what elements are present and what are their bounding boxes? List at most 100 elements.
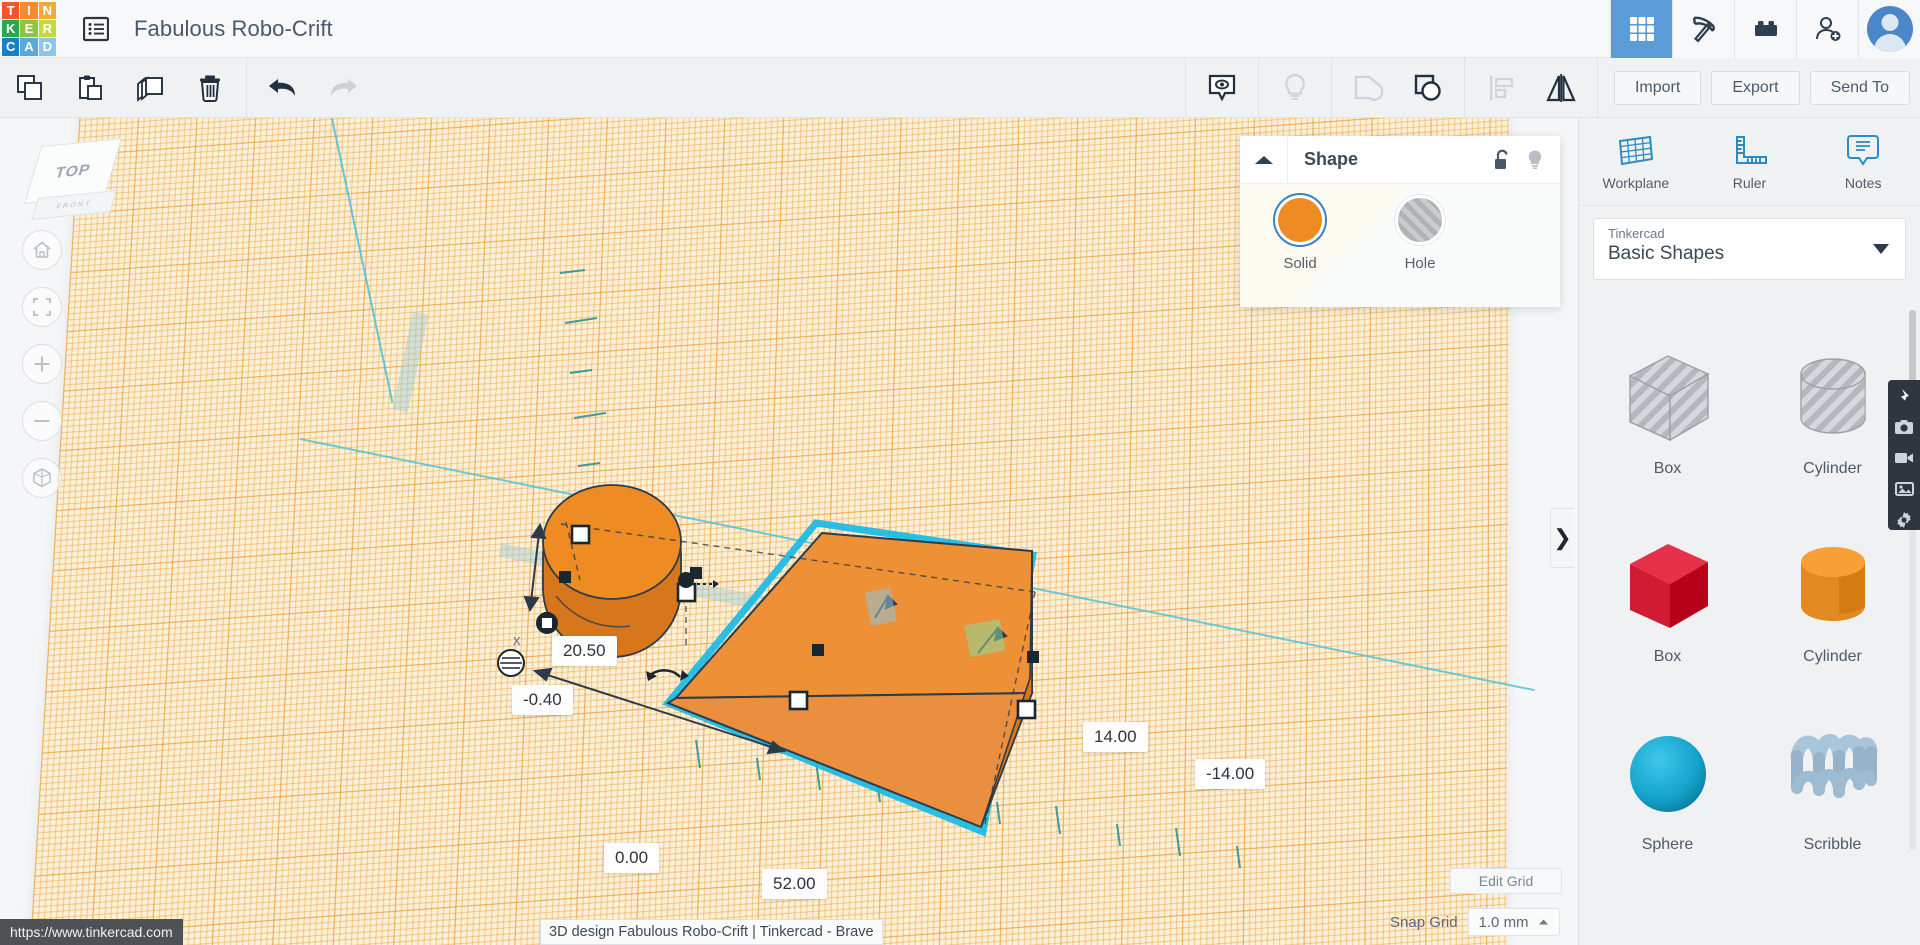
avatar[interactable] <box>1866 5 1913 52</box>
chevron-down-icon[interactable] <box>1873 244 1889 254</box>
hole-color-swatch[interactable] <box>1398 198 1442 242</box>
main-toolbar: Import Export Send To <box>0 57 1920 118</box>
import-button[interactable]: Import <box>1613 70 1702 105</box>
shape-box-solid[interactable]: Box <box>1585 506 1750 694</box>
tinkercad-logo[interactable]: TINKERCAD <box>0 0 58 58</box>
camera-icon[interactable] <box>1893 417 1915 438</box>
solid-option-label: Solid <box>1283 255 1317 272</box>
shape-cylinder-solid[interactable]: Cylinder <box>1750 506 1915 694</box>
add-user-icon[interactable] <box>1796 0 1858 58</box>
copy-icon[interactable] <box>0 58 60 118</box>
shape-panel-title: Shape <box>1304 149 1359 169</box>
gear-settings-icon[interactable] <box>1893 509 1915 530</box>
cylinder-thumbnail-icon <box>1779 534 1887 638</box>
top-bar: TINKERCAD Fabulous Robo-Crift <box>0 0 1920 58</box>
taskbar-window-title[interactable]: 3D design Fabulous Robo-Crift | Tinkerca… <box>540 919 883 945</box>
box-thumbnail-icon <box>1614 346 1722 450</box>
notes-tool[interactable]: Notes <box>1806 118 1920 205</box>
shape-label: Cylinder <box>1803 460 1862 477</box>
shape-label: Sphere <box>1641 836 1694 853</box>
toolbar-divider <box>1257 57 1259 118</box>
measure-depth[interactable]: 20.50 <box>552 636 617 666</box>
undo-arrow-icon[interactable] <box>253 58 313 118</box>
logo-tile-n: N <box>38 1 56 19</box>
view-cube[interactable]: TOP FRONT <box>22 136 123 228</box>
shape-sphere[interactable]: Sphere <box>1585 694 1750 876</box>
history-tool-group <box>253 58 373 118</box>
user-avatar-wrapper <box>1858 0 1920 58</box>
shape-label: Cylinder <box>1803 648 1862 665</box>
solid-option[interactable]: Solid <box>1240 198 1360 272</box>
orthographic-view-icon[interactable] <box>22 458 62 498</box>
group-shapes-icon[interactable] <box>1398 58 1458 118</box>
show-hide-eye-icon[interactable] <box>1192 58 1252 118</box>
lego-brick-icon[interactable] <box>1734 0 1796 58</box>
workplane-tool[interactable]: Workplane <box>1579 118 1693 205</box>
measure-height[interactable]: 14.00 <box>1083 722 1148 752</box>
shape-label: Box <box>1653 460 1682 477</box>
edit-grid-button[interactable]: Edit Grid <box>1450 868 1562 894</box>
logo-tile-i: I <box>20 1 38 19</box>
export-button[interactable]: Export <box>1711 70 1800 105</box>
hole-option-label: Hole <box>1404 255 1436 272</box>
home-view-icon[interactable] <box>22 230 62 270</box>
gallery-grid-icon[interactable] <box>1610 0 1672 58</box>
url-status-tooltip: https://www.tinkercad.com <box>0 919 183 945</box>
scribble-thumbnail-icon <box>1779 722 1887 826</box>
toolbar-divider <box>1596 57 1598 118</box>
ruler-tool-label: Ruler <box>1732 174 1767 191</box>
view-tool-group <box>1192 57 1591 118</box>
duplicate-icon[interactable] <box>120 58 180 118</box>
unlock-icon[interactable] <box>1492 149 1512 171</box>
zoom-in-icon[interactable] <box>22 344 62 384</box>
chevron-up-icon[interactable] <box>1538 918 1549 926</box>
snap-grid-value: 1.0 mm <box>1478 913 1529 931</box>
pickaxe-icon[interactable] <box>1672 0 1734 58</box>
lightbulb-icon[interactable] <box>1265 58 1325 118</box>
list-menu-icon[interactable] <box>76 0 116 58</box>
redo-arrow-icon[interactable] <box>313 58 373 118</box>
zoom-out-icon[interactable] <box>22 401 62 441</box>
align-icon[interactable] <box>1471 58 1531 118</box>
snap-grid-select[interactable]: 1.0 mm <box>1467 908 1560 936</box>
shape-label: Box <box>1653 648 1682 665</box>
measure-offset-y[interactable]: -0.40 <box>512 685 573 715</box>
lightbulb-icon[interactable] <box>1526 149 1544 171</box>
send-to-button[interactable]: Send To <box>1809 70 1910 105</box>
chevron-up-icon[interactable] <box>1240 136 1288 184</box>
measure-width[interactable]: 52.00 <box>762 869 827 899</box>
box-thumbnail-icon <box>1614 534 1722 638</box>
shape-panel-header: Shape <box>1240 136 1560 184</box>
logo-tile-t: T <box>2 1 20 19</box>
measure-offset-z[interactable]: -14.00 <box>1195 759 1266 789</box>
sidebar-tool-row: Workplane Ruler Notes <box>1579 118 1920 206</box>
shape-scribble[interactable]: Scribble <box>1750 694 1915 876</box>
shape-box-hole[interactable]: Box <box>1585 318 1750 506</box>
toolbar-divider <box>1184 57 1186 118</box>
shape-library-sidebar: Workplane Ruler Notes Tinkercad Basic Sh… <box>1578 118 1920 945</box>
delete-trash-icon[interactable] <box>180 58 240 118</box>
mirror-flip-icon[interactable] <box>1531 58 1591 118</box>
paste-icon[interactable] <box>60 58 120 118</box>
solid-color-swatch[interactable] <box>1278 198 1322 242</box>
shape-panel-header-icons <box>1492 149 1560 171</box>
shape-label: Scribble <box>1803 836 1862 853</box>
shape-library-select[interactable]: Tinkercad Basic Shapes <box>1593 218 1906 280</box>
ruler-icon <box>1735 135 1767 164</box>
document-title[interactable]: Fabulous Robo-Crift <box>134 16 333 42</box>
logo-tile-e: E <box>20 19 38 38</box>
snap-grid-label: Snap Grid <box>1390 913 1458 931</box>
edit-tool-group <box>0 58 240 118</box>
ungroup-shape-icon[interactable] <box>1338 58 1398 118</box>
fit-to-view-icon[interactable] <box>22 287 62 327</box>
chevron-right-icon[interactable]: ❯ <box>1550 508 1574 568</box>
library-owner-label: Tinkercad <box>1608 226 1665 241</box>
ruler-tool[interactable]: Ruler <box>1693 118 1807 205</box>
video-camera-icon[interactable] <box>1893 448 1915 469</box>
measure-origin[interactable]: 0.00 <box>604 843 660 873</box>
workplane-grid-icon <box>1618 135 1653 165</box>
image-gallery-icon[interactable] <box>1893 478 1915 499</box>
logo-tile-r: R <box>38 19 56 38</box>
hole-option[interactable]: Hole <box>1360 198 1480 272</box>
pin-icon[interactable] <box>1893 386 1915 407</box>
